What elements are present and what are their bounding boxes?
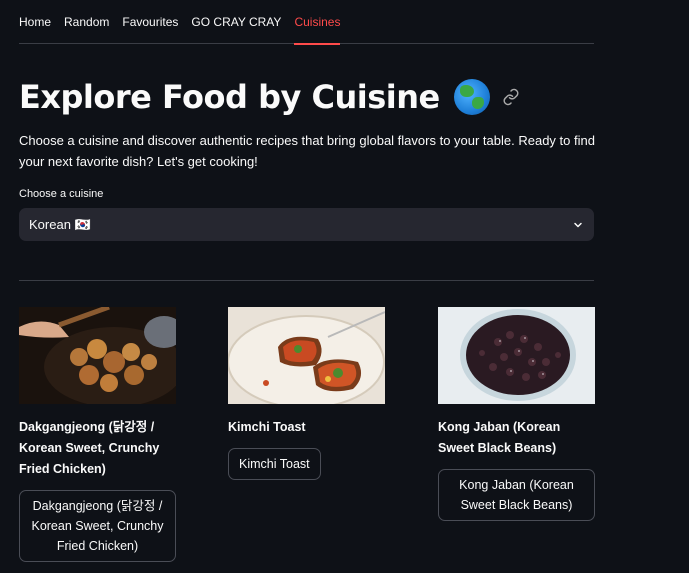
recipe-button[interactable]: Kong Jaban (Korean Sweet Black Beans): [438, 469, 595, 521]
page-title: Explore Food by Cuisine: [19, 78, 440, 116]
nav-random[interactable]: Random: [64, 0, 109, 44]
cuisine-select-label: Choose a cuisine: [19, 188, 104, 200]
recipe-image: [228, 307, 385, 404]
link-icon[interactable]: [502, 88, 520, 106]
intro-text: Choose a cuisine and discover authentic …: [19, 133, 595, 169]
cuisine-select[interactable]: Korean 🇰🇷: [19, 208, 594, 241]
recipe-title: Dakgangjeong (닭강정 / Korean Sweet, Crunch…: [19, 420, 160, 476]
recipe-button[interactable]: Dakgangjeong (닭강정 / Korean Sweet, Crunch…: [19, 490, 176, 562]
recipe-title: Kong Jaban (Korean Sweet Black Beans): [438, 420, 561, 455]
recipe-title: Kimchi Toast: [228, 420, 306, 434]
chevron-down-icon: [574, 222, 582, 227]
recipe-card: Dakgangjeong (닭강정 / Korean Sweet, Crunch…: [19, 307, 176, 562]
nav-go-cray-cray[interactable]: GO CRAY CRAY: [191, 0, 281, 44]
recipe-card: Kimchi Toast Kimchi Toast: [228, 307, 385, 480]
recipe-card: Kong Jaban (Korean Sweet Black Beans) Ko…: [438, 307, 595, 521]
recipe-image: [438, 307, 595, 404]
nav-cuisines[interactable]: Cuisines: [294, 0, 341, 45]
section-divider: [19, 280, 594, 281]
cuisine-select-value: Korean 🇰🇷: [29, 216, 91, 232]
nav-home[interactable]: Home: [19, 0, 51, 44]
globe-asia-icon: [453, 79, 490, 115]
title-row: Explore Food by Cuisine: [19, 72, 520, 122]
top-nav: Home Random Favourites GO CRAY CRAY Cuis…: [19, 0, 594, 45]
recipe-image: [19, 307, 176, 404]
recipe-button[interactable]: Kimchi Toast: [228, 448, 321, 480]
nav-favourites[interactable]: Favourites: [122, 0, 178, 44]
